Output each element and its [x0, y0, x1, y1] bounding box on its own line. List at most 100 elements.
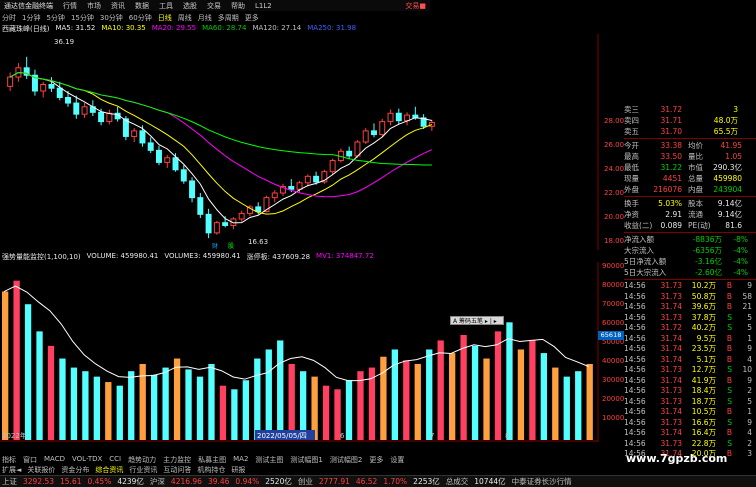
candle-body[interactable] — [180, 169, 187, 182]
tab-test-main[interactable]: 测试主图 — [255, 455, 283, 465]
volume-bar[interactable] — [82, 371, 89, 440]
volume-bar[interactable] — [219, 385, 227, 440]
trade-list[interactable]: 14:56 31.73 10.2万 B 9 14:56 31.73 50.8万 B 58 14:56… — [624, 281, 756, 460]
candle-body[interactable] — [371, 130, 377, 136]
period-1min[interactable]: 1分钟 — [22, 13, 40, 23]
volume-bar[interactable] — [47, 345, 55, 440]
candle-body[interactable] — [189, 180, 196, 199]
volume-bar[interactable] — [242, 380, 249, 440]
candle-body[interactable] — [255, 206, 262, 213]
menu-item-gongju[interactable]: 工具 — [159, 1, 173, 11]
volume-bar[interactable] — [540, 353, 547, 440]
volume-bar[interactable] — [552, 367, 559, 440]
period-5min[interactable]: 5分钟 — [46, 13, 64, 23]
period-multi[interactable]: 多周期 — [218, 13, 239, 23]
menu-item-zixun[interactable]: 资讯 — [111, 1, 125, 11]
candle-body[interactable] — [48, 84, 55, 89]
volume-bar[interactable] — [449, 353, 456, 440]
volume-bar[interactable] — [151, 374, 158, 440]
candle-body[interactable] — [106, 112, 113, 123]
menu-item-shuju[interactable]: 数据 — [135, 1, 149, 11]
candle-body[interactable] — [304, 175, 311, 184]
period-month[interactable]: 月线 — [198, 13, 212, 23]
volume-bar[interactable] — [231, 389, 238, 440]
candle-body[interactable] — [197, 197, 204, 215]
candle-body[interactable] — [98, 111, 105, 123]
volume-bar[interactable] — [426, 349, 433, 440]
volume-bar[interactable] — [254, 358, 261, 440]
candle-body[interactable] — [56, 87, 63, 98]
volume-bar[interactable] — [173, 358, 181, 440]
volume-bar[interactable] — [208, 363, 215, 440]
tab-research[interactable]: 研报 — [231, 465, 245, 475]
tab-private-main[interactable]: 私募主图 — [198, 455, 226, 465]
volume-bar[interactable] — [563, 376, 570, 440]
candle-body[interactable] — [81, 106, 88, 115]
candle-body[interactable] — [156, 149, 162, 163]
volume-bar[interactable] — [36, 331, 43, 440]
index-cy-label[interactable]: 创业 — [298, 476, 313, 487]
volume-bar[interactable] — [196, 376, 204, 440]
period-15min[interactable]: 15分钟 — [71, 13, 94, 23]
volume-bar[interactable] — [391, 349, 398, 440]
candle-body[interactable] — [172, 157, 179, 171]
candle-body[interactable] — [65, 96, 71, 104]
tab-indicator[interactable]: 指标 — [2, 455, 16, 465]
volume-bar[interactable] — [494, 331, 502, 440]
tab-ma2[interactable]: MA2 — [233, 455, 248, 465]
tab-test-sub1[interactable]: 测试幅图1 — [290, 455, 322, 465]
period-fenshi[interactable]: 分时 — [2, 13, 16, 23]
candle-body[interactable] — [395, 112, 402, 122]
candle-body[interactable] — [362, 130, 369, 143]
volume-bar[interactable] — [277, 340, 284, 440]
candle-body[interactable] — [354, 141, 361, 157]
tab-qa[interactable]: 互动问答 — [163, 465, 191, 475]
volume-bar[interactable] — [93, 376, 100, 440]
volume-bar[interactable] — [59, 358, 66, 440]
candle-body[interactable] — [205, 213, 212, 234]
volume-bar[interactable] — [322, 385, 330, 440]
tab-holdings[interactable]: 机构持仓 — [197, 465, 225, 475]
tab-vol-tdx[interactable]: VOL-TDX — [72, 455, 102, 465]
volume-bar[interactable] — [529, 340, 536, 440]
volume-bar[interactable] — [13, 280, 20, 440]
candle-body[interactable] — [73, 102, 80, 115]
volume-bar[interactable] — [185, 369, 192, 440]
volume-bar[interactable] — [24, 304, 32, 440]
tab-trend[interactable]: 趋势动力 — [128, 455, 156, 465]
candle-body[interactable] — [7, 76, 14, 87]
volume-bar[interactable] — [586, 363, 593, 440]
volume-bar[interactable] — [162, 367, 169, 440]
menu-item-shichang[interactable]: 市场 — [87, 1, 101, 11]
tab-settings[interactable]: 设置 — [390, 455, 404, 465]
tab-industry-news[interactable]: 行业资讯 — [129, 465, 157, 475]
tab-macd[interactable]: MACD — [44, 455, 65, 465]
volume-bar[interactable] — [265, 349, 272, 440]
tab-cci[interactable]: CCI — [109, 455, 121, 465]
volume-bar[interactable] — [403, 360, 410, 440]
candle-body[interactable] — [329, 160, 336, 173]
volume-bar[interactable] — [70, 367, 78, 440]
volume-bar[interactable] — [380, 356, 387, 440]
candle-body[interactable] — [213, 222, 220, 234]
candle-body[interactable] — [387, 112, 394, 123]
period-60min[interactable]: 60分钟 — [129, 13, 152, 23]
menu-item-jiaoyi[interactable]: 交易 — [207, 1, 221, 11]
candle-body[interactable] — [164, 157, 171, 163]
candle-body[interactable] — [139, 130, 146, 144]
trade-button[interactable]: 交易■ — [405, 1, 426, 11]
volume-bar[interactable] — [105, 382, 112, 440]
volume-bar[interactable] — [300, 371, 307, 440]
candle-body[interactable] — [346, 150, 353, 157]
candle-body[interactable] — [40, 84, 47, 92]
tab-news[interactable]: 综合资讯 — [95, 465, 123, 475]
volume-bar[interactable] — [437, 340, 444, 440]
tab-more[interactable]: 更多 — [369, 455, 383, 465]
period-30min[interactable]: 30分钟 — [100, 13, 123, 23]
tab-expand[interactable]: 扩展◄ — [2, 465, 21, 475]
menu-item-bangzhu[interactable]: 帮助 — [231, 1, 245, 11]
menu-item-l1l2[interactable]: L1L2 — [255, 2, 272, 10]
tab-test-sub2[interactable]: 测试幅图2 — [330, 455, 362, 465]
index-sh-label[interactable]: 上证 — [2, 476, 17, 487]
tab-main-monitor[interactable]: 主力监控 — [163, 455, 191, 465]
